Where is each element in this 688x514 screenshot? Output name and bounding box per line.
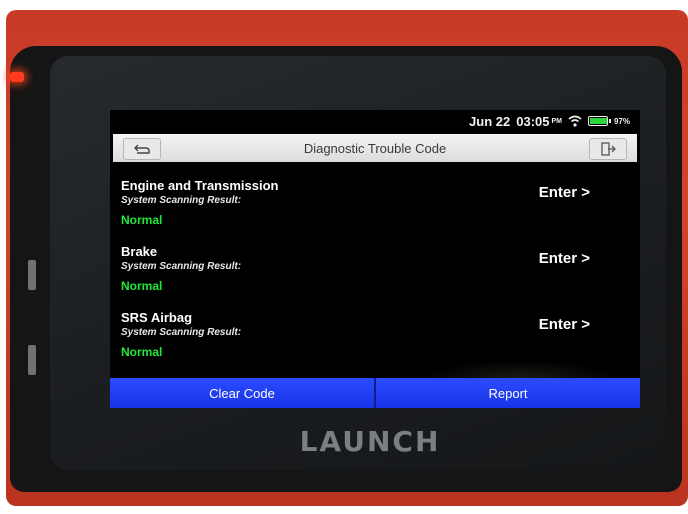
scan-result-status: Normal [121, 213, 163, 227]
system-list: Engine and Transmission System Scanning … [110, 166, 640, 364]
scan-result-status: Normal [121, 279, 163, 293]
scan-result-label: System Scanning Result: [121, 261, 242, 272]
report-button[interactable]: Report [376, 378, 640, 408]
battery-percent: 97% [613, 116, 630, 126]
battery-icon [587, 116, 611, 126]
bottom-action-bar: Clear Code Report [110, 378, 640, 408]
device-screen: Jun 22 03:05 PM 97% Diagnostic Trouble C… [110, 110, 640, 408]
system-row-brake: Brake System Scanning Result: Normal Ent… [110, 232, 640, 298]
enter-button-brake[interactable]: Enter > [539, 250, 590, 267]
status-date: Jun 22 [469, 113, 511, 129]
system-row-srs-airbag: SRS Airbag System Scanning Result: Norma… [110, 298, 640, 364]
scan-result-label: System Scanning Result: [121, 327, 242, 338]
side-clip-upper [28, 260, 36, 290]
exit-button[interactable] [589, 138, 627, 160]
back-arrow-icon [134, 144, 150, 154]
scan-result-status: Normal [121, 345, 163, 359]
wifi-icon [568, 115, 582, 127]
photo-background: Jun 22 03:05 PM 97% Diagnostic Trouble C… [0, 0, 688, 514]
side-clip-lower [28, 345, 36, 375]
launch-logo: LAUNCH [299, 425, 441, 458]
exit-icon [601, 142, 616, 156]
system-name: SRS Airbag [121, 310, 193, 325]
enter-button-srs-airbag[interactable]: Enter > [539, 316, 590, 333]
status-bar: Jun 22 03:05 PM 97% [110, 110, 640, 132]
scan-result-label: System Scanning Result: [121, 195, 242, 206]
title-bar: Diagnostic Trouble Code [113, 134, 637, 162]
back-button[interactable] [123, 138, 161, 160]
clear-code-button[interactable]: Clear Code [110, 378, 376, 408]
power-led [10, 72, 24, 82]
status-time: 03:05 [516, 113, 550, 129]
page-title: Diagnostic Trouble Code [303, 140, 447, 156]
status-ampm: PM [551, 117, 562, 125]
system-name: Engine and Transmission [121, 178, 279, 193]
system-name: Brake [121, 244, 158, 259]
system-row-engine: Engine and Transmission System Scanning … [110, 166, 640, 232]
enter-button-engine[interactable]: Enter > [539, 184, 590, 201]
